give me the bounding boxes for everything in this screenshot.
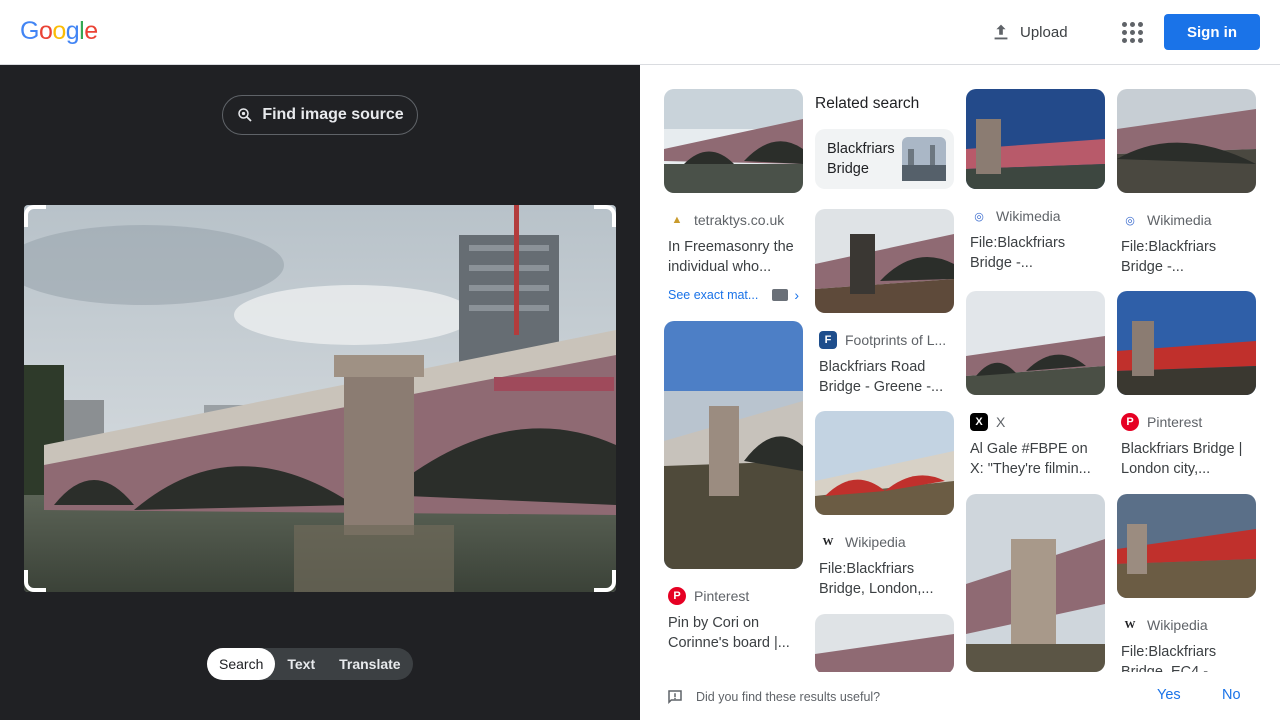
result-card[interactable] xyxy=(815,614,954,672)
result-source[interactable]: P Pinterest xyxy=(668,587,803,605)
result-source[interactable]: W Wikipedia xyxy=(819,533,954,551)
result-card[interactable]: W Wikipedia File:Blackfriars Bridge, EC4… xyxy=(1117,494,1256,672)
wikipedia-icon: W xyxy=(822,536,834,548)
crop-handle-top-left[interactable] xyxy=(24,205,46,227)
logo-letter: o xyxy=(38,17,53,45)
result-source-name: Footprints of L... xyxy=(845,332,947,348)
crop-handle-top-right[interactable] xyxy=(594,205,616,227)
apps-grid-icon[interactable] xyxy=(1120,20,1144,44)
results-grid: ▲ tetraktys.co.uk In Freemasonry the ind… xyxy=(640,65,1280,672)
result-title[interactable]: File:Blackfriars Bridge, London,... xyxy=(819,559,954,599)
pinterest-icon: P xyxy=(1121,413,1139,431)
wikimedia-icon: ◎ xyxy=(1125,214,1135,227)
result-title[interactable]: Al Gale #FBPE on X: "They're filmin... xyxy=(970,439,1105,479)
result-source[interactable]: X X xyxy=(970,413,1105,431)
result-card[interactable]: W Wikipedia File:Blackfriars Bridge, Lon… xyxy=(815,411,954,599)
feedback-question-text: Did you find these results useful? xyxy=(696,690,881,704)
result-thumbnail[interactable] xyxy=(966,494,1105,672)
result-thumbnail[interactable] xyxy=(1117,494,1256,598)
query-image xyxy=(24,205,616,592)
result-source[interactable]: ◎ Wikimedia xyxy=(1121,211,1256,229)
result-title[interactable]: File:Blackfriars Bridge -... xyxy=(970,233,1105,273)
result-source[interactable]: W Wikipedia xyxy=(1121,616,1256,634)
feedback-no-button[interactable]: No xyxy=(1222,687,1241,703)
result-title[interactable]: In Freemasonry the individual who... xyxy=(668,237,803,277)
result-source-name: Wikimedia xyxy=(1147,212,1212,228)
related-search-heading: Related search xyxy=(815,95,920,112)
result-source-name: Pinterest xyxy=(1147,414,1203,430)
result-thumbnail[interactable] xyxy=(966,89,1105,189)
feedback-icon xyxy=(668,690,682,705)
google-logo[interactable]: Google xyxy=(20,17,98,46)
related-search-label: Blackfriars Bridge xyxy=(827,141,895,177)
result-thumbnail[interactable] xyxy=(1117,291,1256,395)
result-thumbnail[interactable] xyxy=(966,291,1105,395)
result-card[interactable] xyxy=(966,494,1105,672)
find-image-source-button[interactable]: Find image source xyxy=(222,95,418,135)
result-source-name: Wikipedia xyxy=(845,534,906,550)
result-title[interactable]: Blackfriars Road Bridge - Greene -... xyxy=(819,357,954,397)
chevron-right-icon: › xyxy=(794,287,799,303)
result-source-name: Wikimedia xyxy=(996,208,1061,224)
logo-letter: G xyxy=(20,17,39,45)
upload-button[interactable]: Upload xyxy=(990,18,1068,46)
result-source[interactable]: ▲ tetraktys.co.uk xyxy=(668,211,803,229)
wikimedia-icon: ◎ xyxy=(974,210,984,223)
result-title[interactable]: Pin by Cori on Corinne's board |... xyxy=(668,613,803,653)
tab-translate[interactable]: Translate xyxy=(327,648,412,680)
result-thumbnail[interactable] xyxy=(815,614,954,672)
x-icon: X xyxy=(970,413,988,431)
result-card[interactable]: P Pinterest Blackfriars Bridge | London … xyxy=(1117,291,1256,479)
footprints-favicon-icon: F xyxy=(819,331,837,349)
result-card[interactable]: ◎ Wikimedia File:Blackfriars Bridge -... xyxy=(1117,89,1256,277)
tetraktys-favicon-icon: ▲ xyxy=(671,214,683,226)
crop-handle-bottom-right[interactable] xyxy=(594,570,616,592)
result-thumbnail[interactable] xyxy=(815,209,954,313)
result-source[interactable]: F Footprints of L... xyxy=(819,331,954,349)
result-source-name: Pinterest xyxy=(694,588,750,604)
top-bar: Google Upload Sign in xyxy=(0,0,1280,65)
query-image-panel: Find image source Search Text Translate xyxy=(0,65,640,720)
result-card[interactable]: X X Al Gale #FBPE on X: "They're filmin.… xyxy=(966,291,1105,479)
result-title[interactable]: File:Blackfriars Bridge -... xyxy=(1121,237,1256,277)
result-card[interactable]: ◎ Wikimedia File:Blackfriars Bridge -... xyxy=(966,89,1105,273)
logo-letter: o xyxy=(52,17,66,45)
exact-match-thumb-icon xyxy=(772,289,789,301)
sign-in-button[interactable]: Sign in xyxy=(1164,14,1260,50)
feedback-question: Did you find these results useful? xyxy=(666,688,880,706)
result-card[interactable]: P Pinterest Pin by Cori on Corinne's boa… xyxy=(664,321,803,653)
result-source-name: Wikipedia xyxy=(1147,617,1208,633)
crop-handle-bottom-left[interactable] xyxy=(24,570,46,592)
feedback-bar: Did you find these results useful? Yes N… xyxy=(640,672,1280,720)
result-card[interactable]: F Footprints of L... Blackfriars Road Br… xyxy=(815,209,954,397)
result-thumbnail[interactable] xyxy=(664,89,803,193)
tab-text[interactable]: Text xyxy=(275,648,327,680)
related-search-chip[interactable]: Blackfriars Bridge xyxy=(815,129,954,189)
result-card[interactable]: ▲ tetraktys.co.uk In Freemasonry the ind… xyxy=(664,89,803,303)
tab-search[interactable]: Search xyxy=(207,648,276,680)
result-source-name: X xyxy=(996,414,1006,430)
result-thumbnail[interactable] xyxy=(815,411,954,515)
result-thumbnail[interactable] xyxy=(1117,89,1256,193)
result-source-name: tetraktys.co.uk xyxy=(694,212,785,228)
lens-search-icon xyxy=(238,108,252,122)
see-exact-matches-label: See exact mat... xyxy=(668,288,759,302)
result-source[interactable]: ◎ Wikimedia xyxy=(970,207,1105,225)
result-source[interactable]: P Pinterest xyxy=(1121,413,1256,431)
find-image-source-label: Find image source xyxy=(262,106,404,123)
pinterest-icon: P xyxy=(668,587,686,605)
result-title[interactable]: Blackfriars Bridge | London city,... xyxy=(1121,439,1256,479)
upload-icon xyxy=(994,24,1008,40)
logo-letter: e xyxy=(84,17,98,45)
see-exact-matches-link[interactable]: See exact mat... › xyxy=(668,287,803,303)
logo-letter: g xyxy=(65,17,80,45)
feedback-yes-button[interactable]: Yes xyxy=(1157,687,1181,703)
wikipedia-icon: W xyxy=(1124,619,1136,631)
result-title[interactable]: File:Blackfriars Bridge, EC4 -... xyxy=(1121,642,1256,672)
mode-switcher: Search Text Translate xyxy=(207,648,413,680)
upload-label: Upload xyxy=(1020,23,1068,41)
related-search-thumbnail xyxy=(902,137,946,181)
result-thumbnail[interactable] xyxy=(664,321,803,569)
